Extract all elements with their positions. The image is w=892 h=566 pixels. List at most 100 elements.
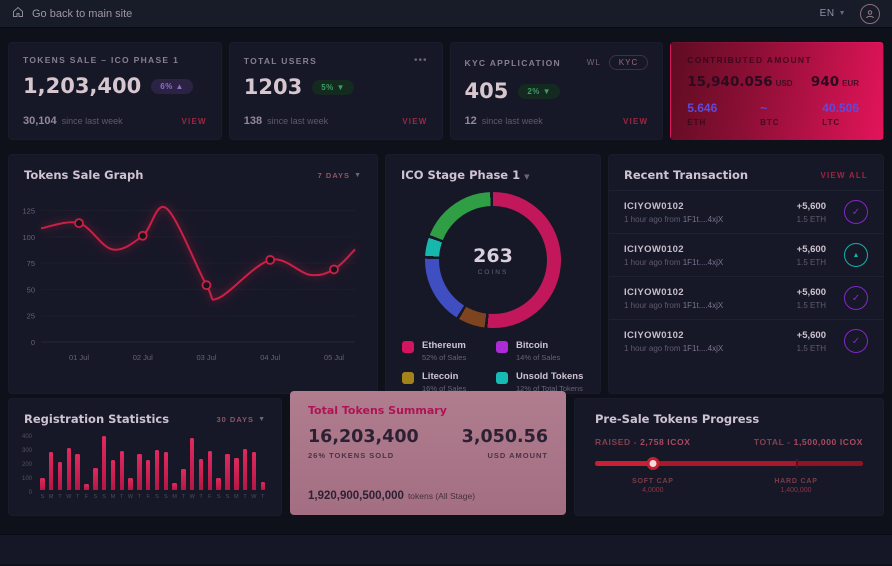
transaction-id: ICIYOW0102 (624, 201, 797, 212)
user-avatar[interactable] (860, 4, 880, 24)
registration-bar (40, 478, 44, 490)
legend-item: Litecoin 16% of Sales (402, 371, 490, 393)
check-circle-icon[interactable]: ✓ (844, 329, 868, 353)
transaction-row[interactable]: ICIYOW0102 1 hour ago from 1F1t....4xjX … (609, 276, 883, 319)
presale-progress-card: Pre-Sale Tokens Progress RAISED - 2,758 … (574, 398, 884, 516)
card-label: CONTRIBUTED AMOUNT (687, 55, 867, 65)
view-link[interactable]: VIEW (182, 117, 207, 126)
arrow-down-icon: ▼ (337, 83, 345, 92)
legend-sublabel: 14% of Sales (516, 353, 560, 362)
arrow-down-icon: ▼ (543, 87, 551, 96)
registration-bar (261, 482, 265, 490)
tokens-sale-card: TOKENS SALE – ICO PHASE 1 1,203,400 6% ▲… (8, 42, 222, 140)
card-label: TOKENS SALE – ICO PHASE 1 (23, 55, 179, 65)
legend-swatch (402, 341, 414, 353)
transaction-eth-amount: 1.5 ETH (797, 258, 826, 267)
tab-kyc[interactable]: KYC (609, 55, 648, 70)
ico-stage-donut-chart: 263 COINS (425, 192, 561, 328)
eur-amount: 940EUR (811, 73, 859, 91)
svg-text:03 Jul: 03 Jul (196, 353, 216, 362)
view-link[interactable]: VIEW (623, 117, 648, 126)
legend-swatch (496, 341, 508, 353)
registration-bar (234, 458, 238, 490)
slider-knob[interactable] (646, 457, 659, 470)
card-label: KYC APPLICATION (465, 58, 561, 68)
home-icon (12, 5, 24, 23)
legend-label: Unsold Tokens (516, 371, 583, 382)
triangle-circle-icon[interactable]: ▲ (844, 243, 868, 267)
registration-bar (128, 478, 132, 490)
back-to-main-site-link[interactable]: Go back to main site (12, 5, 132, 23)
card-title: Total Tokens Summary (308, 404, 548, 417)
slider-fill (595, 461, 653, 466)
legend-label: Ethereum (422, 340, 466, 351)
card-title[interactable]: ICO Stage Phase 1 ▼ (401, 168, 530, 182)
total-tokens-line: 1,920,900,500,000tokens (All Stage) (308, 490, 548, 502)
usd-amount-label: USD AMOUNT (462, 451, 548, 460)
contributed-amount-card: CONTRIBUTED AMOUNT 15,940.056USD 940EUR … (670, 42, 884, 140)
legend-sublabel: 52% of Sales (422, 353, 466, 362)
registration-bar (102, 436, 106, 490)
card-label: TOTAL USERS (244, 56, 317, 66)
transaction-id: ICIYOW0102 (624, 244, 797, 255)
registration-bar (164, 452, 168, 490)
svg-text:125: 125 (22, 207, 35, 216)
card-title: Recent Transaction (624, 168, 748, 182)
view-link[interactable]: VIEW (402, 117, 427, 126)
transaction-row[interactable]: ICIYOW0102 1 hour ago from 1F1t....4xjX … (609, 233, 883, 276)
svg-text:04 Jul: 04 Jul (260, 353, 280, 362)
chevron-down-icon: ▼ (354, 172, 362, 179)
view-all-link[interactable]: VIEW ALL (820, 171, 868, 180)
usd-amount-value: 3,050.56 (462, 427, 548, 447)
registration-bar (67, 448, 71, 490)
svg-text:05 Jul: 05 Jul (324, 353, 344, 362)
svg-text:50: 50 (27, 285, 35, 294)
chevron-down-icon: ▼ (839, 10, 846, 17)
transaction-eth-amount: 1.5 ETH (797, 215, 826, 224)
registration-bar (84, 484, 88, 491)
presale-progress-slider (595, 457, 863, 470)
more-menu-icon[interactable]: ••• (414, 55, 428, 66)
check-circle-icon[interactable]: ✓ (844, 200, 868, 224)
transaction-row[interactable]: ICIYOW0102 1 hour ago from 1F1t....4xjX … (609, 190, 883, 233)
topbar: Go back to main site EN ▼ (0, 0, 892, 28)
transaction-meta: 1 hour ago from 1F1t....4xjX (624, 301, 797, 310)
tokens-sold-label: 26% TOKENS SOLD (308, 451, 419, 460)
registration-bar (137, 454, 141, 490)
range-dropdown[interactable]: 7 DAYS▼ (318, 171, 362, 180)
legend-swatch (496, 372, 508, 384)
registration-bar (111, 460, 115, 490)
legend-label: Litecoin (422, 371, 466, 382)
arrow-up-icon: ▲ (176, 82, 184, 91)
total-tokens-summary-card: Total Tokens Summary 16,203,400 26% TOKE… (290, 391, 566, 515)
change-badge: 6% ▲ (151, 79, 193, 94)
check-circle-icon[interactable]: ✓ (844, 286, 868, 310)
chevron-down-icon: ▼ (258, 416, 266, 423)
tokens-sale-graph-card: Tokens Sale Graph 7 DAYS▼ 02550751001250… (8, 154, 378, 394)
transaction-row[interactable]: ICIYOW0102 1 hour ago from 1F1t....4xjX … (609, 319, 883, 362)
delta-label: since last week (482, 116, 543, 126)
tab-wl[interactable]: WL (587, 58, 601, 67)
registration-bar (181, 469, 185, 490)
back-label: Go back to main site (32, 8, 132, 20)
registration-bar (199, 459, 203, 490)
btc-amount: ~BTC (760, 101, 779, 127)
delta-label: since last week (62, 116, 123, 126)
delta-value: 12 (465, 115, 477, 127)
donut-center-value: 263 (473, 245, 513, 267)
svg-text:01 Jul: 01 Jul (69, 353, 89, 362)
registration-bar (146, 460, 150, 490)
range-dropdown[interactable]: 30 DAYS▼ (216, 415, 266, 424)
legend-label: Bitcoin (516, 340, 560, 351)
registration-bar (155, 450, 159, 490)
registration-bar (75, 454, 79, 490)
language-dropdown[interactable]: EN ▼ (820, 8, 846, 19)
registration-statistics-card: Registration Statistics 30 DAYS▼ 4003002… (8, 398, 282, 516)
transaction-amount: +5,600 (797, 330, 826, 341)
delta-value: 30,104 (23, 115, 57, 127)
total-amount: TOTAL - 1,500,000 ICOX (754, 437, 863, 447)
donut-legend: Ethereum 52% of Sales Bitcoin 14% of Sal… (386, 328, 600, 393)
registration-bar (172, 483, 176, 490)
transaction-eth-amount: 1.5 ETH (797, 344, 826, 353)
registration-bar (252, 452, 256, 490)
